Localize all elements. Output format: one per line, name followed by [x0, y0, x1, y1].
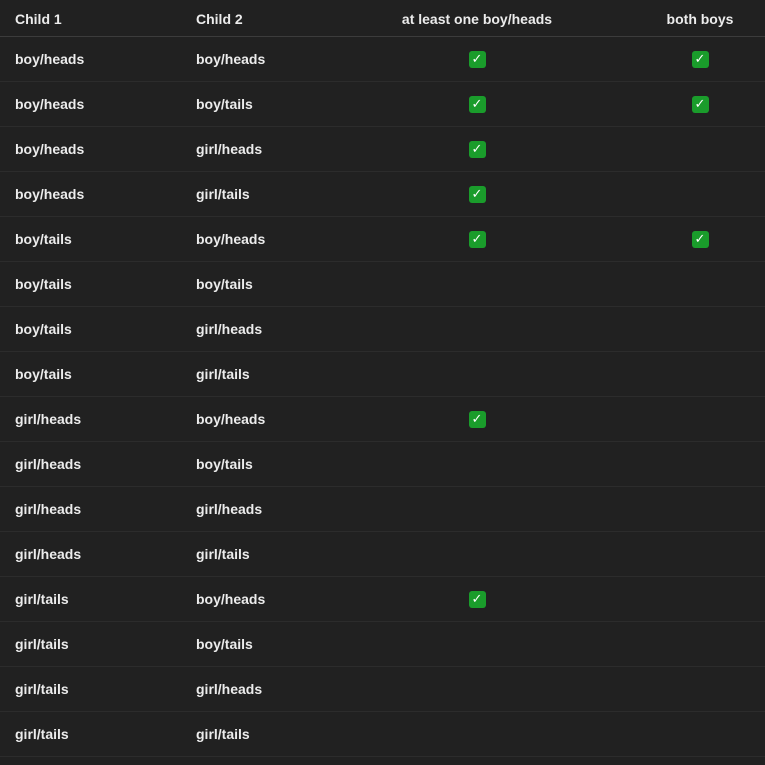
cell-both-boys [640, 577, 760, 621]
cell-at-least-one-boy-heads [362, 622, 592, 666]
cell-at-least-one-boy-heads: ✓ [362, 577, 592, 621]
cell-at-least-one-boy-heads: ✓ [362, 217, 592, 261]
cell-child-1: girl/tails [15, 636, 69, 652]
cell-at-least-one-boy-heads: ✓ [362, 37, 592, 81]
cell-child-2: boy/heads [196, 51, 266, 67]
cell-child-1: girl/tails [15, 591, 69, 607]
cell-both-boys [640, 127, 760, 171]
check-mark-icon: ✓ [468, 230, 486, 248]
cell-both-boys [640, 442, 760, 486]
table-row: boy/heads girl/heads ✓ [0, 127, 765, 172]
check-mark-icon: ✓ [468, 95, 486, 113]
cell-both-boys: ✓ [640, 217, 760, 261]
table-row: girl/tails girl/heads [0, 667, 765, 712]
cell-both-boys [640, 532, 760, 576]
cell-child-1: boy/heads [15, 141, 85, 157]
cell-at-least-one-boy-heads: ✓ [362, 172, 592, 216]
check-mark-icon: ✓ [468, 185, 486, 203]
check-mark-icon: ✓ [691, 50, 709, 68]
cell-child-2: boy/tails [196, 96, 253, 112]
cell-at-least-one-boy-heads [362, 487, 592, 531]
table-row: boy/tails girl/tails [0, 352, 765, 397]
cell-child-1: girl/tails [15, 726, 69, 742]
cell-both-boys [640, 667, 760, 711]
header-child-2: Child 2 [196, 11, 243, 27]
cell-both-boys [640, 352, 760, 396]
cell-child-1: girl/heads [15, 501, 82, 517]
cell-child-1: boy/tails [15, 366, 72, 382]
cell-both-boys [640, 307, 760, 351]
cell-at-least-one-boy-heads [362, 307, 592, 351]
table-row: girl/heads boy/tails [0, 442, 765, 487]
cell-child-1: boy/tails [15, 321, 72, 337]
table-header-row: Child 1 Child 2 at least one boy/heads b… [0, 0, 765, 37]
cell-child-1: boy/heads [15, 51, 85, 67]
cell-both-boys [640, 397, 760, 441]
cell-both-boys [640, 712, 760, 756]
cell-child-1: boy/tails [15, 231, 72, 247]
cell-at-least-one-boy-heads: ✓ [362, 397, 592, 441]
cell-child-1: girl/heads [15, 546, 82, 562]
cell-at-least-one-boy-heads [362, 262, 592, 306]
cell-child-2: boy/tails [196, 456, 253, 472]
cell-child-2: boy/heads [196, 591, 266, 607]
cell-child-2: boy/tails [196, 276, 253, 292]
cell-at-least-one-boy-heads: ✓ [362, 127, 592, 171]
cell-child-2: girl/heads [196, 141, 263, 157]
cell-at-least-one-boy-heads [362, 667, 592, 711]
cell-child-2: girl/tails [196, 366, 250, 382]
cell-both-boys [640, 622, 760, 666]
cell-child-2: boy/tails [196, 636, 253, 652]
cell-both-boys [640, 172, 760, 216]
table-row: girl/heads girl/heads [0, 487, 765, 532]
cell-child-2: girl/tails [196, 546, 250, 562]
cell-child-2: girl/heads [196, 321, 263, 337]
cell-at-least-one-boy-heads [362, 352, 592, 396]
cell-at-least-one-boy-heads [362, 442, 592, 486]
table-row: girl/tails boy/heads ✓ [0, 577, 765, 622]
cell-child-2: boy/heads [196, 231, 266, 247]
header-at-least-one-boy-heads: at least one boy/heads [401, 11, 553, 27]
outcomes-table: Child 1 Child 2 at least one boy/heads b… [0, 0, 765, 757]
cell-child-1: girl/heads [15, 456, 82, 472]
check-mark-icon: ✓ [468, 50, 486, 68]
cell-child-1: girl/tails [15, 681, 69, 697]
table-row: boy/heads boy/tails ✓ ✓ [0, 82, 765, 127]
check-mark-icon: ✓ [691, 95, 709, 113]
cell-at-least-one-boy-heads [362, 532, 592, 576]
cell-child-2: girl/tails [196, 186, 250, 202]
cell-child-2: girl/heads [196, 501, 263, 517]
table-row: girl/tails boy/tails [0, 622, 765, 667]
cell-child-2: girl/heads [196, 681, 263, 697]
table-row: boy/tails girl/heads [0, 307, 765, 352]
table-row: girl/heads girl/tails [0, 532, 765, 577]
cell-child-1: girl/heads [15, 411, 82, 427]
cell-both-boys: ✓ [640, 82, 760, 126]
cell-both-boys [640, 487, 760, 531]
check-mark-icon: ✓ [468, 590, 486, 608]
table-row: boy/tails boy/heads ✓ ✓ [0, 217, 765, 262]
cell-child-1: boy/tails [15, 276, 72, 292]
check-mark-icon: ✓ [468, 140, 486, 158]
cell-at-least-one-boy-heads [362, 712, 592, 756]
table-row: boy/heads boy/heads ✓ ✓ [0, 37, 765, 82]
table-row: boy/tails boy/tails [0, 262, 765, 307]
cell-child-2: boy/heads [196, 411, 266, 427]
header-child-1: Child 1 [15, 11, 62, 27]
table-row: boy/heads girl/tails ✓ [0, 172, 765, 217]
cell-child-2: girl/tails [196, 726, 250, 742]
cell-child-1: boy/heads [15, 96, 85, 112]
cell-child-1: boy/heads [15, 186, 85, 202]
cell-both-boys: ✓ [640, 37, 760, 81]
header-both-boys: both boys [666, 11, 734, 27]
check-mark-icon: ✓ [691, 230, 709, 248]
cell-at-least-one-boy-heads: ✓ [362, 82, 592, 126]
check-mark-icon: ✓ [468, 410, 486, 428]
table-body: boy/heads boy/heads ✓ ✓ boy/heads boy/tails ✓ ✓… [0, 37, 765, 757]
table-row: girl/tails girl/tails [0, 712, 765, 757]
cell-both-boys [640, 262, 760, 306]
table-row: girl/heads boy/heads ✓ [0, 397, 765, 442]
